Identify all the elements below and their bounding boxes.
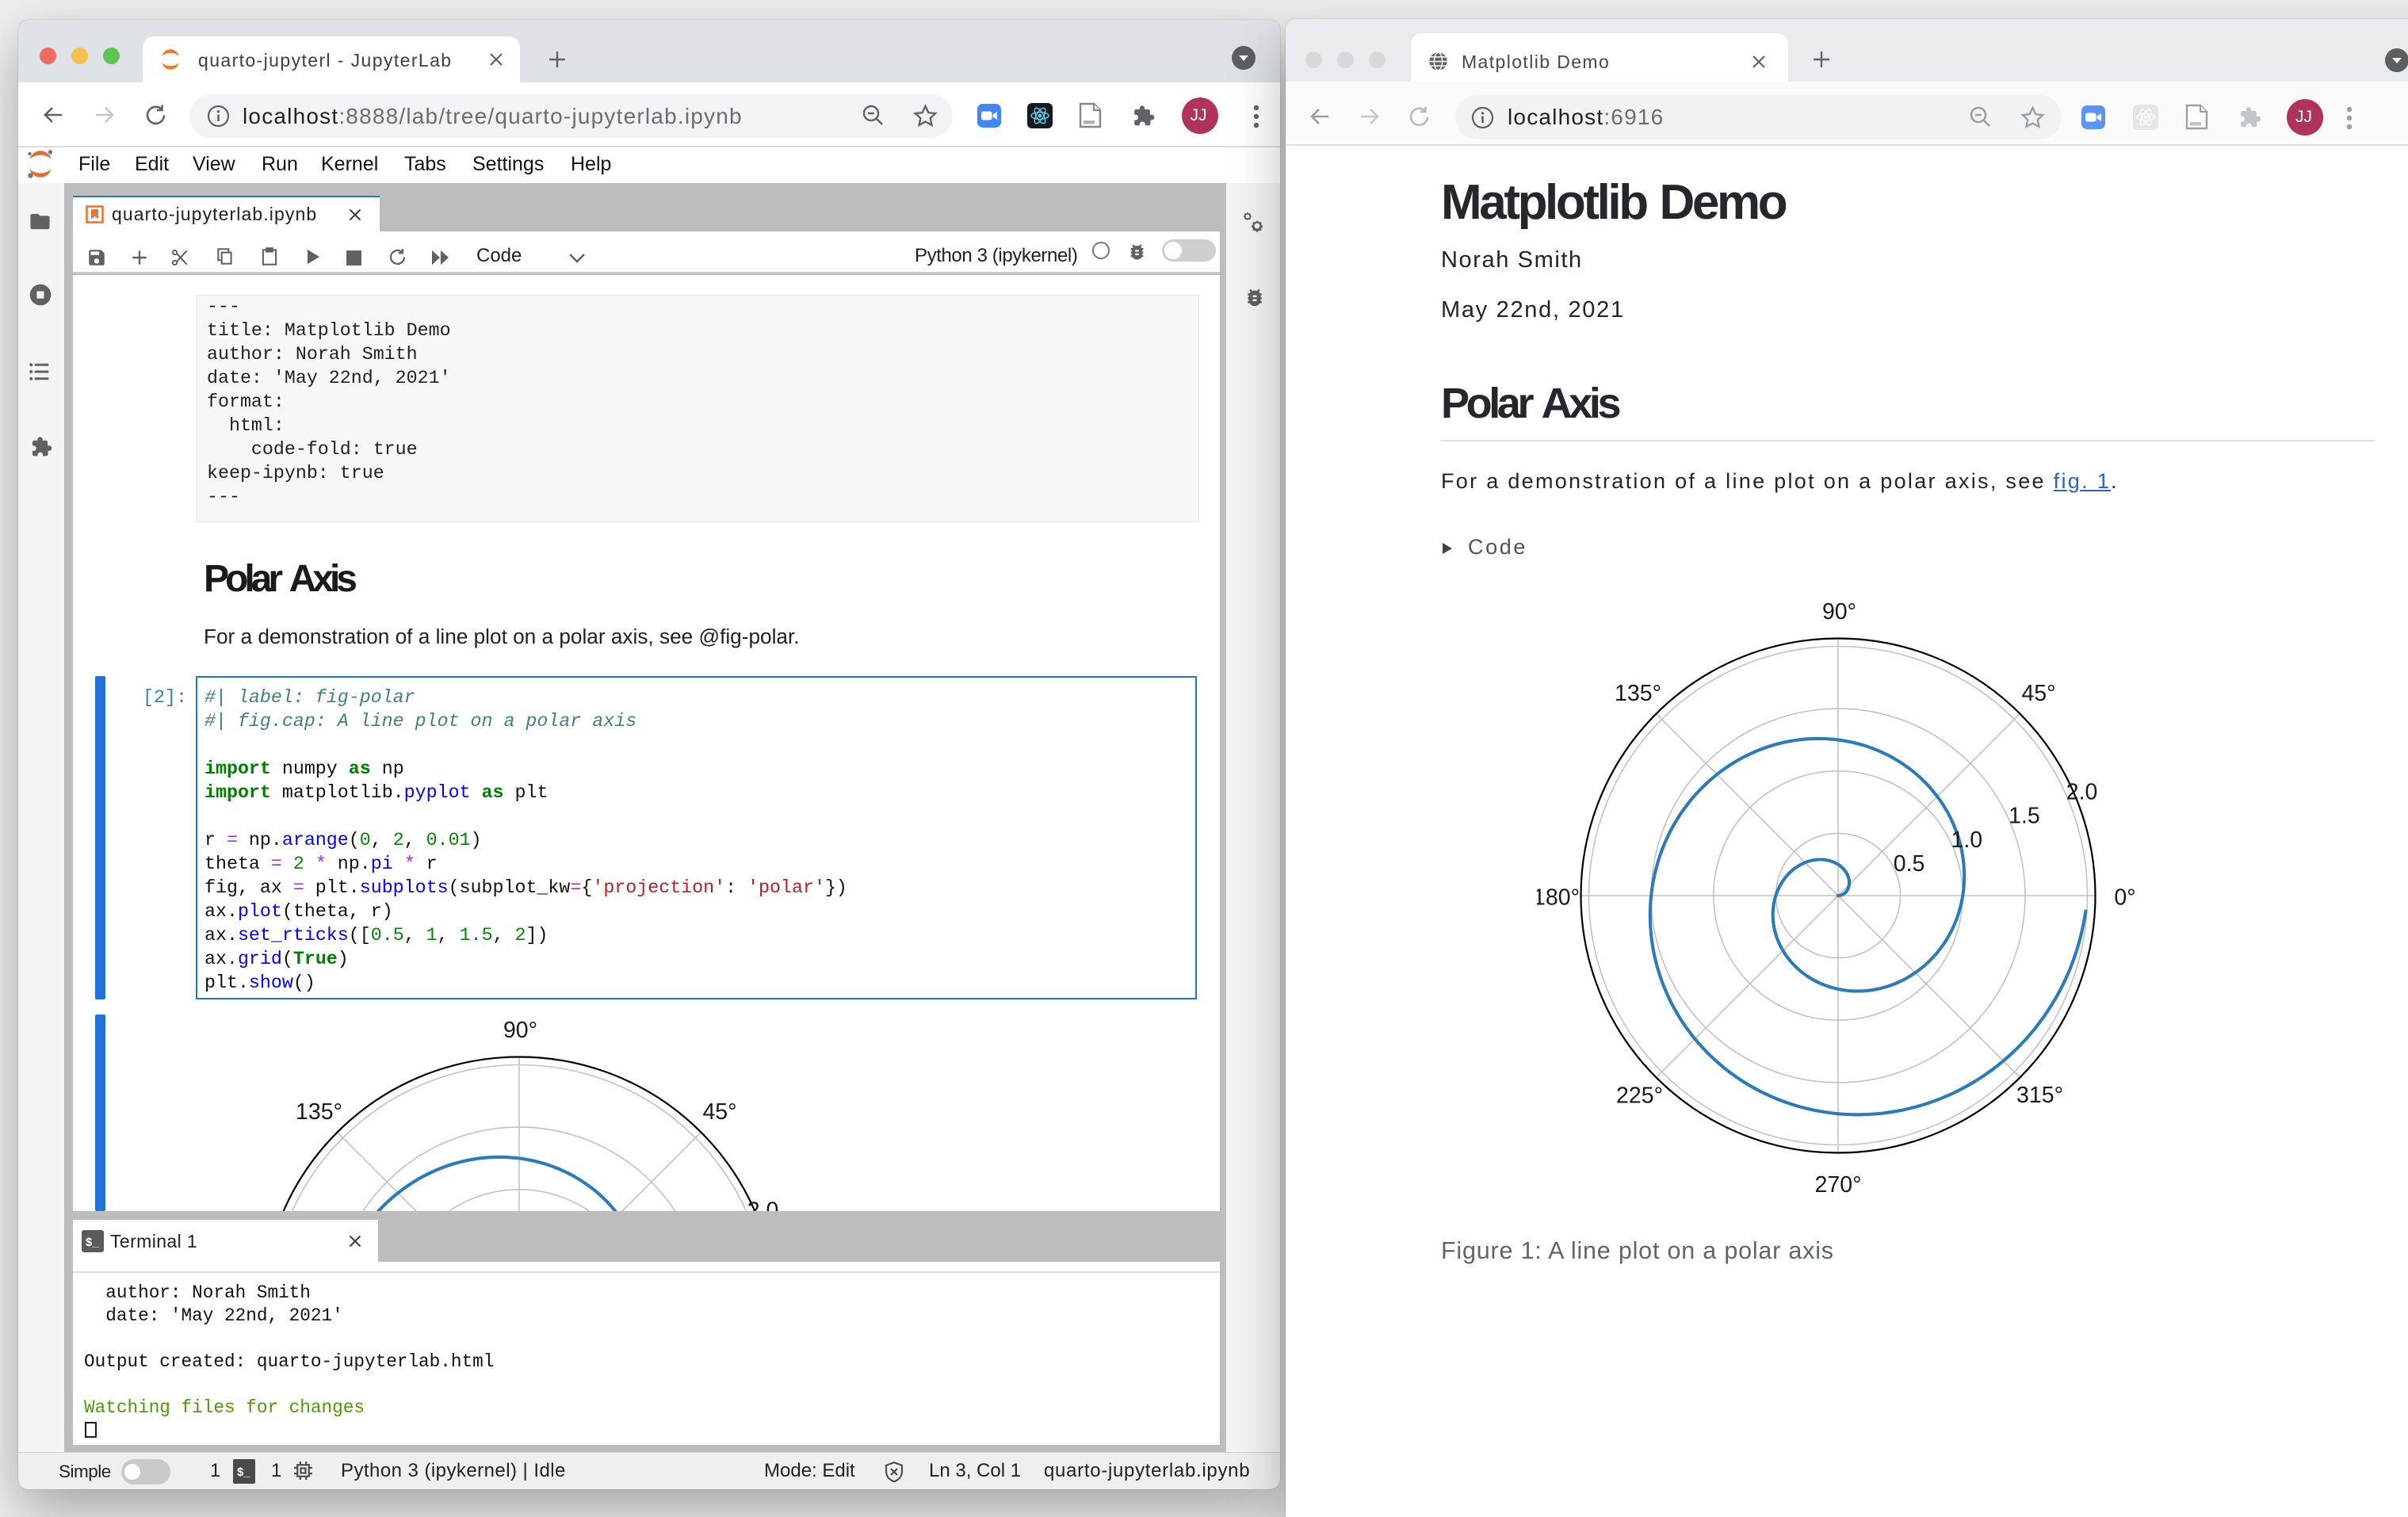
svg-text:45°: 45° <box>702 1099 736 1125</box>
svg-text:0.5: 0.5 <box>1894 850 1925 876</box>
svg-text:270°: 270° <box>1815 1172 1862 1197</box>
svg-text:225°: 225° <box>1616 1083 1663 1108</box>
svg-text:1.0: 1.0 <box>1951 827 1982 852</box>
svg-text:90°: 90° <box>1822 599 1856 625</box>
svg-text:315°: 315° <box>2016 1083 2063 1108</box>
svg-text:90°: 90° <box>503 1018 537 1043</box>
svg-text:2.0: 2.0 <box>2066 779 2098 804</box>
svg-text:2.0: 2.0 <box>747 1198 778 1211</box>
svg-text:45°: 45° <box>2021 681 2055 706</box>
svg-text:135°: 135° <box>1615 681 1661 706</box>
svg-text:135°: 135° <box>296 1099 342 1125</box>
svg-text:180°: 180° <box>1537 885 1580 910</box>
svg-text:0°: 0° <box>2114 885 2135 910</box>
svg-text:1.5: 1.5 <box>2009 803 2040 828</box>
